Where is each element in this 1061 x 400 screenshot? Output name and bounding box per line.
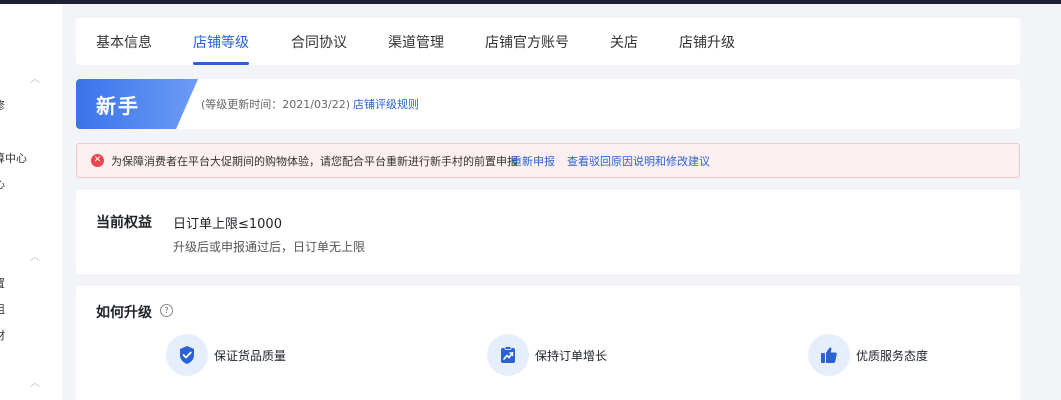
- benefits-title: 当前权益: [96, 215, 152, 231]
- rejection-reason-link[interactable]: 查看驳回原因说明和修改建议: [567, 153, 710, 169]
- chevron-up-icon[interactable]: ︿: [30, 248, 40, 263]
- shield-check-icon: [166, 334, 208, 376]
- sidebar-item[interactable]: 材: [0, 327, 5, 343]
- chevron-up-icon[interactable]: ︿: [30, 374, 40, 389]
- sidebar-item[interactable]: 修: [0, 97, 5, 113]
- level-card: 新手 (等级更新时间：2021/03/22) 店铺评级规则: [76, 79, 1020, 129]
- benefits-card: 当前权益 日订单上限≤1000 升级后或申报通过后，日订单无上限: [76, 190, 1020, 274]
- upgrade-item-label: 优质服务态度: [856, 349, 929, 363]
- upgrade-title: 如何升级: [96, 305, 152, 321]
- active-tab-indicator: [193, 62, 249, 65]
- upgrade-card: 如何升级 ? 保证货品质量 保持订单增长 优质服务态度: [76, 286, 1020, 400]
- growth-chart-icon: [487, 334, 529, 376]
- tab-contracts[interactable]: 合同协议: [291, 32, 347, 52]
- level-update-time: (等级更新时间：2021/03/22): [201, 98, 350, 111]
- sidebar-item[interactable]: 心: [0, 176, 5, 192]
- tab-channels[interactable]: 渠道管理: [388, 32, 444, 52]
- alert-message: 为保障消费者在平台大促期间的购物体验，请您配合平台重新进行新手村的前置申报: [111, 155, 518, 168]
- sidebar-item[interactable]: 组: [0, 301, 5, 317]
- benefits-upgrade-note: 升级后或申报通过后，日订单无上限: [173, 240, 366, 254]
- upgrade-item-label: 保持订单增长: [535, 349, 608, 363]
- reapply-link[interactable]: 重新申报: [511, 153, 555, 169]
- tab-bar: 基本信息 店铺等级 合同协议 渠道管理 店铺官方账号 关店 店铺升级: [76, 18, 1020, 65]
- error-icon: ✕: [91, 154, 104, 167]
- sidebar-item[interactable]: 置: [0, 275, 5, 291]
- upgrade-item-label: 保证货品质量: [214, 349, 287, 363]
- sidebar-item[interactable]: 算中心: [0, 150, 27, 166]
- sidebar: ︿ 修 算中心 心 ︿ 置 组 材 ︿: [0, 4, 62, 400]
- level-name: 新手: [96, 94, 140, 118]
- benefits-order-limit: 日订单上限≤1000: [173, 217, 282, 232]
- chevron-up-icon[interactable]: ︿: [30, 70, 40, 85]
- thumbs-up-icon: [808, 334, 850, 376]
- tab-basic-info[interactable]: 基本信息: [96, 32, 152, 52]
- tab-official-account[interactable]: 店铺官方账号: [485, 32, 569, 52]
- alert-banner: ✕ 为保障消费者在平台大促期间的购物体验，请您配合平台重新进行新手村的前置申报 …: [76, 143, 1020, 178]
- level-rules-link[interactable]: 店铺评级规则: [353, 96, 419, 112]
- tab-store-upgrade[interactable]: 店铺升级: [679, 32, 735, 52]
- help-icon[interactable]: ?: [160, 304, 173, 317]
- tab-close-store[interactable]: 关店: [610, 32, 638, 52]
- top-bar: [0, 0, 1061, 4]
- tab-store-level[interactable]: 店铺等级: [193, 32, 249, 52]
